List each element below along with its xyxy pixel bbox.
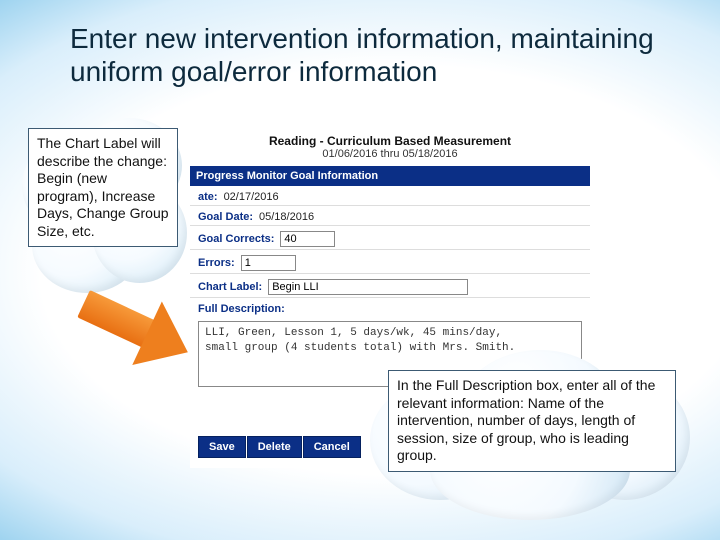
save-button[interactable]: Save [198,436,246,458]
label-chart-label: Chart Label: [198,281,262,293]
row-goal-corrects: Goal Corrects: [190,226,590,250]
row-full-desc-label: Full Description: [190,298,590,317]
row-goal-date: Goal Date: 05/18/2016 [190,206,590,226]
input-errors[interactable] [241,255,296,271]
label-date: ate: [198,191,218,203]
slide: Enter new intervention information, main… [0,0,720,540]
button-bar: Save Delete Cancel [198,436,362,458]
callout-text-1: The Chart Label will describe the change… [28,128,178,247]
callout-text-2: In the Full Description box, enter all o… [388,370,676,472]
value-goal-date: 05/18/2016 [259,211,314,223]
label-goal-corrects: Goal Corrects: [198,233,274,245]
row-errors: Errors: [190,250,590,274]
input-chart-label[interactable] [268,279,468,295]
label-errors: Errors: [198,257,235,269]
label-goal-date: Goal Date: [198,211,253,223]
label-full-description: Full Description: [198,303,285,315]
row-chart-label: Chart Label: [190,274,590,298]
delete-button[interactable]: Delete [247,436,302,458]
panel-date-range: 01/06/2016 thru 05/18/2016 [190,148,590,160]
slide-title: Enter new intervention information, main… [70,22,680,88]
panel-header: Reading - Curriculum Based Measurement [190,134,590,148]
cancel-button[interactable]: Cancel [303,436,361,458]
value-date: 02/17/2016 [224,191,279,203]
input-goal-corrects[interactable] [280,231,335,247]
section-bar: Progress Monitor Goal Information [190,166,590,186]
row-date: ate: 02/17/2016 [190,186,590,206]
